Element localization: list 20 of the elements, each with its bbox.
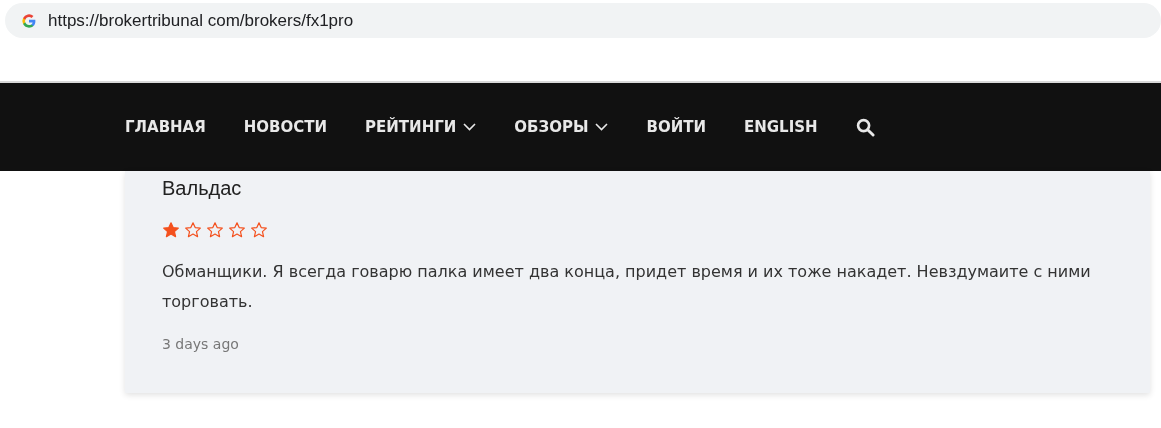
search-icon[interactable] <box>855 117 875 137</box>
empty-star-icon <box>206 221 224 239</box>
address-bar[interactable]: https://brokertribunal com/brokers/fx1pro <box>5 3 1161 38</box>
empty-star-icon <box>228 221 246 239</box>
nav-link[interactable]: ГЛАВНАЯ <box>125 115 206 139</box>
empty-star-icon <box>250 221 268 239</box>
review-text: Обманщики. Я всегда говарю палка имеет два конца, придет время и их тоже накадет. Невздумаите с ними торговать. <box>162 261 1092 313</box>
url-text: https://brokertribunal com/brokers/fx1pro <box>48 9 354 32</box>
review-time: 3 days ago <box>162 335 240 354</box>
empty-star-icon <box>184 221 202 239</box>
review-author: Вальдас <box>162 176 243 201</box>
nav-dropdown[interactable]: ОБЗОРЫ <box>514 115 609 139</box>
chevron-down-icon <box>463 123 477 131</box>
nav-dropdown[interactable]: РЕЙТИНГИ <box>365 115 477 139</box>
filled-star-icon <box>162 221 180 239</box>
google-logo-icon <box>21 12 37 29</box>
nav-link[interactable]: ENGLISH <box>744 115 818 139</box>
nav-link[interactable]: ВОЙТИ <box>646 115 706 139</box>
nav-link[interactable]: НОВОСТИ <box>243 115 328 139</box>
chevron-down-icon <box>595 123 609 131</box>
